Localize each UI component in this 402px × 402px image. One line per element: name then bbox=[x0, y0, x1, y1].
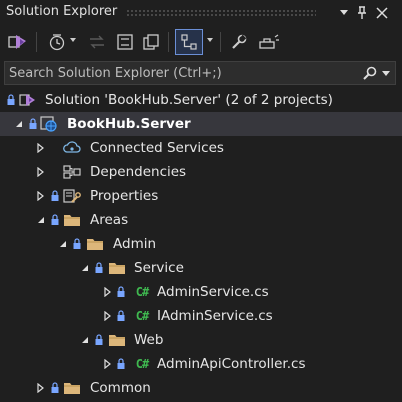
tree-item-dependencies[interactable]: Dependencies bbox=[0, 160, 402, 184]
window-title: Solution Explorer bbox=[6, 4, 118, 19]
lock-icon bbox=[73, 238, 81, 250]
window-options-dropdown-icon[interactable] bbox=[334, 3, 354, 23]
connected-services-cloud-icon bbox=[63, 140, 81, 156]
clock-icon bbox=[49, 34, 65, 51]
tree-item-file-iadminservice[interactable]: C# IAdminService.cs bbox=[0, 304, 402, 328]
pending-changes-filter-button[interactable] bbox=[46, 29, 68, 55]
expanded-chevron-icon[interactable] bbox=[58, 239, 68, 249]
search-input[interactable] bbox=[9, 64, 339, 82]
tree-item-folder-admin[interactable]: Admin bbox=[0, 232, 402, 256]
wrench-icon bbox=[232, 34, 247, 49]
search-options-chevron-down-icon[interactable] bbox=[382, 71, 390, 76]
collapse-all-icon bbox=[117, 34, 133, 50]
drag-grip[interactable] bbox=[126, 9, 316, 17]
folder-icon bbox=[86, 236, 104, 252]
search-box[interactable] bbox=[4, 61, 396, 85]
csharp-file-icon: C# bbox=[135, 357, 149, 371]
lock-icon bbox=[95, 262, 103, 274]
expanded-chevron-icon[interactable] bbox=[14, 119, 24, 129]
sync-with-active-document-button[interactable] bbox=[86, 29, 108, 55]
search-icon[interactable] bbox=[362, 65, 378, 81]
folder-icon bbox=[108, 332, 126, 348]
collapsed-chevron-icon[interactable] bbox=[36, 143, 46, 153]
tree-item-connected-services[interactable]: Connected Services bbox=[0, 136, 402, 160]
lock-icon bbox=[51, 214, 59, 226]
lock-icon bbox=[29, 118, 37, 130]
collapsed-chevron-icon[interactable] bbox=[103, 287, 113, 297]
preview-button[interactable] bbox=[256, 29, 282, 55]
vs-switch-views-icon bbox=[8, 35, 26, 49]
tree-item-label: Solution 'BookHub.Server' (2 of 2 projec… bbox=[45, 92, 333, 108]
tree-item-label: AdminService.cs bbox=[157, 284, 269, 300]
switch-views-button[interactable] bbox=[6, 29, 30, 55]
tree-item-file-adminservice[interactable]: C# AdminService.cs bbox=[0, 280, 402, 304]
preview-selected-items-button[interactable] bbox=[175, 29, 203, 55]
csharp-file-icon: C# bbox=[135, 285, 149, 299]
solution-tree: Solution 'BookHub.Server' (2 of 2 projec… bbox=[0, 88, 402, 400]
lock-icon bbox=[51, 382, 59, 394]
lock-icon bbox=[51, 190, 59, 202]
properties-button[interactable] bbox=[228, 29, 250, 55]
collapse-all-button[interactable] bbox=[114, 29, 136, 55]
tree-item-folder-web[interactable]: Web bbox=[0, 328, 402, 352]
tree-item-label: Dependencies bbox=[90, 164, 187, 180]
expanded-chevron-icon[interactable] bbox=[36, 215, 46, 225]
toolbar-separator bbox=[168, 32, 169, 52]
web-project-globe-icon bbox=[40, 116, 58, 132]
dependencies-icon bbox=[63, 164, 81, 180]
tree-item-label: Connected Services bbox=[90, 140, 224, 156]
expanded-chevron-icon[interactable] bbox=[80, 335, 90, 345]
expanded-chevron-icon[interactable] bbox=[80, 263, 90, 273]
tree-item-properties[interactable]: Properties bbox=[0, 184, 402, 208]
collapsed-chevron-icon[interactable] bbox=[36, 191, 46, 201]
toolbar bbox=[0, 26, 402, 58]
tree-item-label: Service bbox=[134, 260, 184, 276]
tree-item-label: BookHub.Server bbox=[67, 116, 191, 132]
lock-icon bbox=[117, 310, 125, 322]
tree-item-label: Properties bbox=[90, 188, 159, 204]
tree-item-label: Web bbox=[134, 332, 164, 348]
tree-item-folder-common[interactable]: Common bbox=[0, 376, 402, 400]
tree-item-label: Areas bbox=[90, 212, 129, 228]
folder-icon bbox=[108, 260, 126, 276]
folder-icon bbox=[63, 380, 81, 396]
chevron-down-icon[interactable] bbox=[70, 38, 76, 42]
show-all-files-button[interactable] bbox=[140, 29, 162, 55]
collapsed-chevron-icon[interactable] bbox=[36, 167, 46, 177]
preview-icon bbox=[259, 34, 279, 49]
tree-item-label: Admin bbox=[113, 236, 157, 252]
properties-wrench-icon bbox=[63, 188, 81, 204]
collapsed-chevron-icon[interactable] bbox=[36, 383, 46, 393]
lock-icon bbox=[95, 334, 103, 346]
toolbar-separator bbox=[36, 32, 37, 52]
csharp-file-icon: C# bbox=[135, 309, 149, 323]
show-all-files-icon bbox=[143, 34, 159, 50]
lock-icon bbox=[7, 94, 15, 106]
tree-item-label: Common bbox=[90, 380, 151, 396]
tree-item-file-adminapicontroller[interactable]: C# AdminApiController.cs bbox=[0, 352, 402, 376]
toolbar-separator bbox=[220, 32, 221, 52]
solution-icon bbox=[19, 92, 37, 108]
collapsed-chevron-icon[interactable] bbox=[103, 311, 113, 321]
chevron-down-icon[interactable] bbox=[207, 38, 213, 42]
tree-item-label: IAdminService.cs bbox=[157, 308, 273, 324]
tree-item-solution[interactable]: Solution 'BookHub.Server' (2 of 2 projec… bbox=[0, 88, 402, 112]
hierarchy-icon bbox=[181, 34, 197, 50]
tree-item-project[interactable]: BookHub.Server bbox=[0, 112, 402, 136]
lock-icon bbox=[117, 286, 125, 298]
tree-item-folder-service[interactable]: Service bbox=[0, 256, 402, 280]
tree-item-label: AdminApiController.cs bbox=[157, 356, 306, 372]
title-bar: Solution Explorer bbox=[0, 0, 402, 26]
collapsed-chevron-icon[interactable] bbox=[103, 359, 113, 369]
lock-icon bbox=[117, 358, 125, 370]
pin-icon[interactable] bbox=[352, 3, 372, 23]
close-icon[interactable] bbox=[372, 3, 392, 23]
tree-item-folder-areas[interactable]: Areas bbox=[0, 208, 402, 232]
sync-arrows-icon bbox=[90, 35, 104, 49]
folder-icon bbox=[63, 212, 81, 228]
